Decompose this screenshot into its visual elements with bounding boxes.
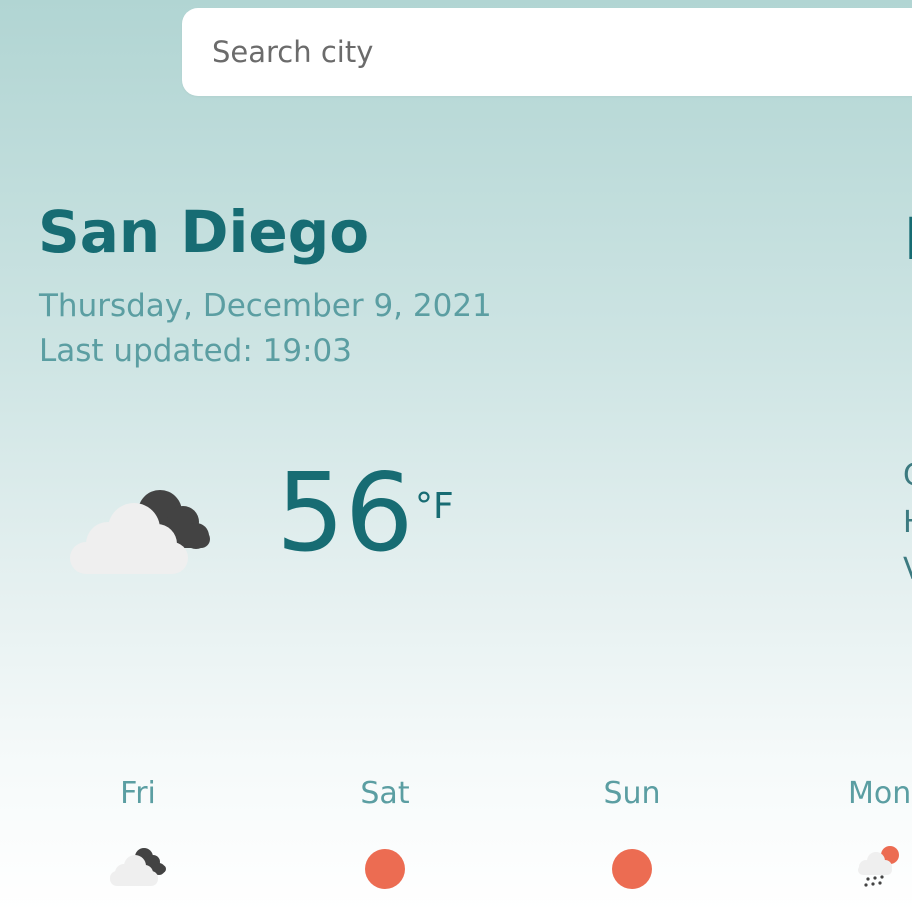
forecast-day-label: Mon: [848, 776, 912, 811]
current-temperature: 56: [276, 451, 414, 576]
details-heading: I: [904, 205, 912, 273]
forecast-day-label: Sat: [360, 776, 410, 811]
partly-cloudy-icon: [110, 848, 166, 886]
forecast-day-label: Fri: [120, 776, 156, 811]
sun-icon: [612, 849, 652, 889]
detail-line: V: [903, 552, 912, 587]
forecast-day-sat: Sat: [305, 776, 465, 889]
detail-line: C: [903, 458, 912, 493]
forecast-day-sun: Sun: [552, 776, 712, 889]
temperature-unit[interactable]: °F: [415, 486, 454, 527]
forecast-day-label: Sun: [603, 776, 661, 811]
search-bar: [182, 8, 912, 96]
current-date: Thursday, December 9, 2021: [39, 288, 492, 324]
city-name: San Diego: [38, 198, 370, 266]
sun-icon: [365, 849, 405, 889]
rain-icon: [858, 846, 899, 887]
forecast-day-mon: Mon: [800, 776, 912, 889]
partly-cloudy-icon: [70, 490, 210, 574]
search-input[interactable]: [212, 8, 812, 96]
forecast-day-fri: Fri: [58, 776, 218, 889]
last-updated: Last updated: 19:03: [39, 333, 352, 369]
detail-line: H: [903, 505, 912, 540]
